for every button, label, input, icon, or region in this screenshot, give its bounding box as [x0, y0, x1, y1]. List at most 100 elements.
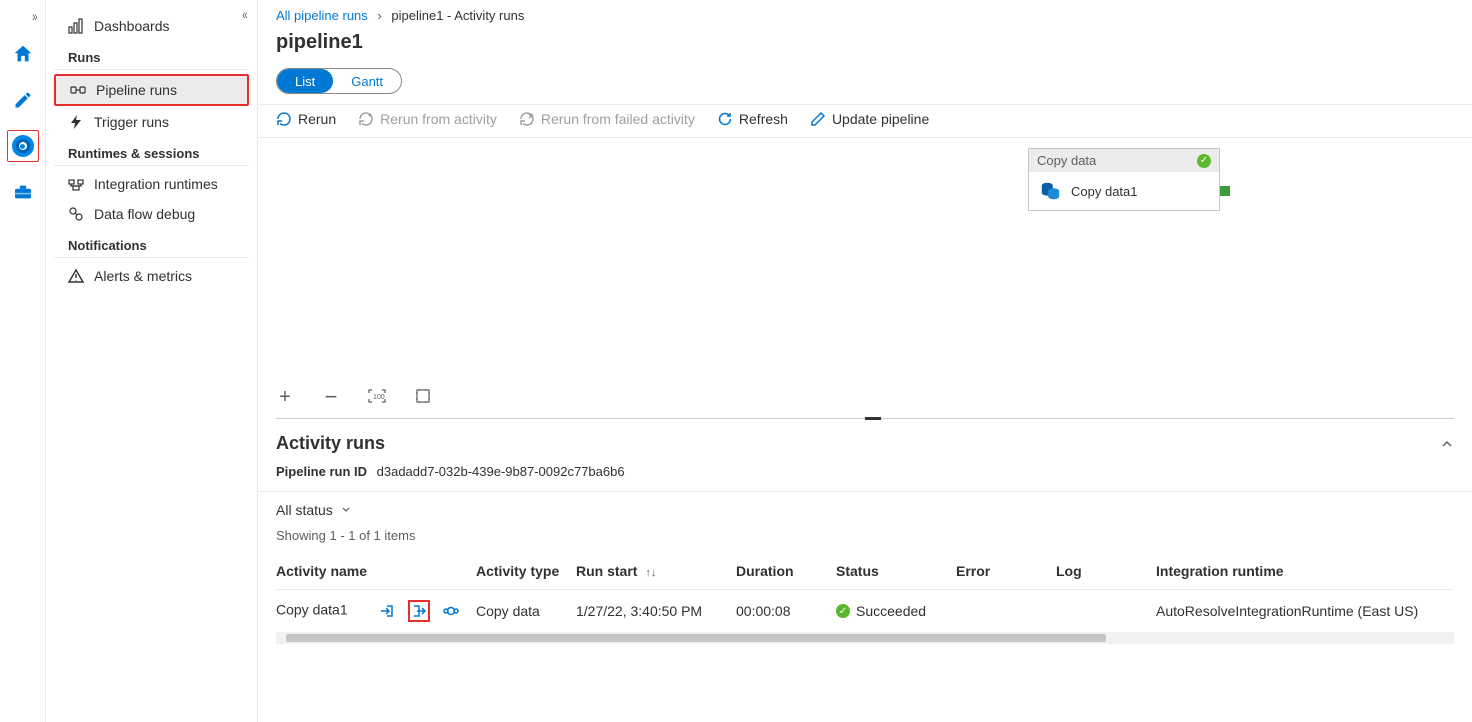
refresh-button[interactable]: Refresh	[717, 111, 788, 127]
nav-label: Dashboards	[94, 18, 170, 34]
pipeline-canvas[interactable]: Copy data ✓ Copy data1 + − 100	[258, 138, 1472, 418]
alert-icon	[68, 268, 84, 284]
gauge-icon	[12, 135, 34, 157]
collapse-nav-icon[interactable]: «	[241, 6, 249, 22]
chevron-down-icon	[341, 505, 351, 515]
col-status[interactable]: Status	[836, 553, 956, 590]
update-pipeline-button[interactable]: Update pipeline	[810, 111, 929, 127]
rerun-failed-icon	[519, 111, 535, 127]
rerun-from-failed-button: Rerun from failed activity	[519, 111, 695, 127]
input-icon[interactable]	[376, 600, 398, 622]
details-icon[interactable]	[440, 600, 462, 622]
status-text: Succeeded	[856, 603, 926, 619]
pencil-icon	[13, 90, 33, 110]
pipeline-icon	[70, 82, 86, 98]
toolbox-icon	[12, 184, 34, 200]
nav-label: Trigger runs	[94, 114, 169, 130]
home-icon	[12, 43, 34, 65]
btn-label: Rerun from failed activity	[541, 111, 695, 127]
nav-label: Pipeline runs	[96, 82, 177, 98]
svg-text:100: 100	[373, 394, 385, 401]
rail-monitor[interactable]	[7, 130, 39, 162]
filter-label: All status	[276, 502, 333, 518]
nav-label: Data flow debug	[94, 206, 195, 222]
nav-trigger-runs[interactable]: Trigger runs	[54, 108, 249, 136]
nav-dashboards[interactable]: Dashboards	[54, 12, 249, 40]
canvas-controls: + − 100	[276, 384, 432, 410]
zoom-in-button[interactable]: +	[276, 386, 294, 409]
cell-duration: 00:00:08	[736, 590, 836, 633]
database-icon	[1039, 180, 1061, 202]
dashboard-icon	[68, 18, 84, 34]
node-type: Copy data	[1037, 153, 1096, 168]
filter-row: All status	[258, 491, 1472, 522]
horizontal-scrollbar[interactable]	[276, 632, 1454, 644]
breadcrumb-current: pipeline1 - Activity runs	[391, 8, 524, 23]
cell-run-start: 1/27/22, 3:40:50 PM	[576, 590, 736, 633]
nav-section-notifications: Notifications	[54, 230, 249, 258]
breadcrumb-sep: ›	[377, 8, 381, 23]
canvas-divider[interactable]	[276, 418, 1454, 419]
edit-icon	[810, 111, 826, 127]
col-activity-type[interactable]: Activity type	[476, 553, 576, 590]
cell-log	[1056, 590, 1156, 633]
toggle-list[interactable]: List	[277, 69, 333, 93]
sort-icon: ↑↓	[645, 567, 656, 579]
cell-runtime: AutoResolveIntegrationRuntime (East US)	[1156, 590, 1454, 633]
col-log[interactable]: Log	[1056, 553, 1156, 590]
btn-label: Rerun from activity	[380, 111, 497, 127]
main-content: All pipeline runs › pipeline1 - Activity…	[258, 0, 1472, 722]
activity-node[interactable]: Copy data ✓ Copy data1	[1028, 148, 1220, 211]
view-toggle: List Gantt	[276, 68, 402, 94]
cell-status: ✓ Succeeded	[836, 603, 948, 619]
col-activity-name[interactable]: Activity name	[276, 553, 476, 590]
btn-label: Update pipeline	[832, 111, 929, 127]
nav-pipeline-runs[interactable]: Pipeline runs	[54, 74, 249, 106]
zoom-out-button[interactable]: −	[322, 384, 340, 410]
run-id-row: Pipeline run ID d3adadd7-032b-439e-9b87-…	[258, 458, 1472, 485]
rerun-icon	[276, 111, 292, 127]
col-duration[interactable]: Duration	[736, 553, 836, 590]
expand-rail-icon[interactable]: »	[31, 8, 39, 24]
col-run-start[interactable]: Run start ↑↓	[576, 553, 736, 590]
rail-home[interactable]	[7, 38, 39, 70]
showing-text: Showing 1 - 1 of 1 items	[258, 522, 1472, 553]
fullscreen-icon	[415, 388, 431, 404]
nav-alerts-metrics[interactable]: Alerts & metrics	[54, 262, 249, 290]
section-heading: Activity runs	[276, 433, 385, 454]
nav-label: Alerts & metrics	[94, 268, 192, 284]
btn-label: Rerun	[298, 111, 336, 127]
node-name: Copy data1	[1071, 184, 1138, 199]
nav-data-flow-debug[interactable]: Data flow debug	[54, 200, 249, 228]
scrollbar-thumb[interactable]	[286, 634, 1106, 642]
status-success-icon: ✓	[836, 604, 850, 618]
node-body: Copy data1	[1029, 172, 1219, 210]
col-integration-runtime[interactable]: Integration runtime	[1156, 553, 1454, 590]
trigger-icon	[68, 114, 84, 130]
rail-manage[interactable]	[7, 176, 39, 208]
table-row[interactable]: Copy data1 Copy data 1/27/22,	[276, 590, 1454, 633]
cell-activity-type: Copy data	[476, 590, 576, 633]
cell-error	[956, 590, 1056, 633]
cell-activity-name: Copy data1	[276, 602, 348, 618]
nav-integration-runtimes[interactable]: Integration runtimes	[54, 170, 249, 198]
fullscreen-button[interactable]	[414, 388, 432, 407]
refresh-icon	[717, 111, 733, 127]
rerun-button[interactable]: Rerun	[276, 111, 336, 127]
chevron-up-icon[interactable]	[1440, 437, 1454, 451]
run-id-value: d3adadd7-032b-439e-9b87-0092c77ba6b6	[377, 464, 625, 479]
monitor-nav-panel: « Dashboards Runs Pipeline runs Trigger …	[46, 0, 258, 722]
col-error[interactable]: Error	[956, 553, 1056, 590]
activity-runs-table: Activity name Activity type Run start ↑↓…	[276, 553, 1454, 632]
view-toggle-row: List Gantt	[258, 64, 1472, 104]
activity-runs-header: Activity runs	[258, 419, 1472, 458]
toggle-gantt[interactable]: Gantt	[333, 69, 401, 93]
rail-author[interactable]	[7, 84, 39, 116]
nav-section-runtimes: Runtimes & sessions	[54, 138, 249, 166]
page-title: pipeline1	[258, 23, 1472, 64]
output-icon[interactable]	[408, 600, 430, 622]
run-id-label: Pipeline run ID	[276, 464, 367, 479]
breadcrumb-root[interactable]: All pipeline runs	[276, 8, 368, 23]
status-filter-dropdown[interactable]: All status	[276, 502, 351, 518]
zoom-fit-button[interactable]: 100	[368, 389, 386, 406]
